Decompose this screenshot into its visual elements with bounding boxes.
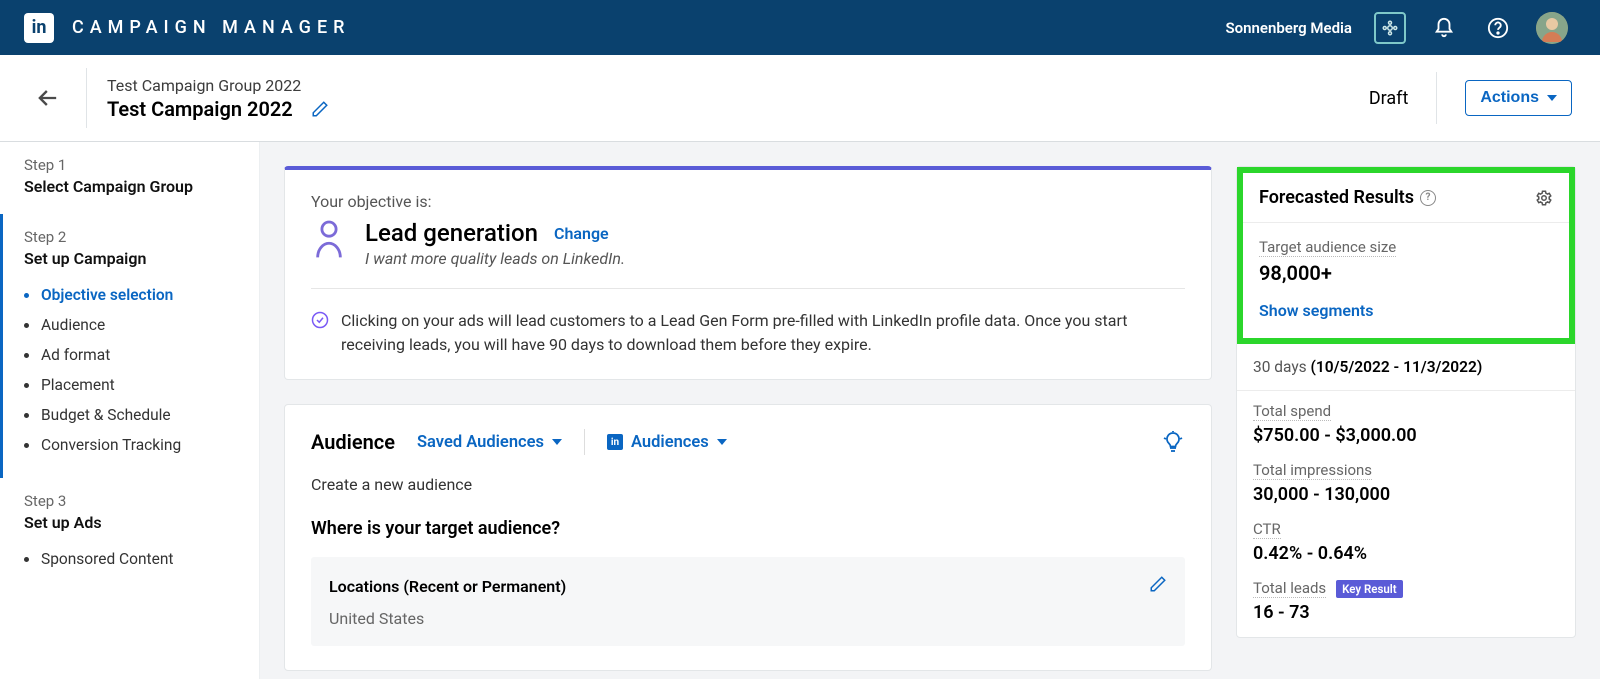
target-audience-label: Target audience size (1259, 238, 1396, 257)
substep-objective-selection[interactable]: Objective selection (24, 280, 235, 310)
step-1-number: Step 1 (24, 156, 235, 174)
objective-info-text: Clicking on your ads will lead customers… (341, 309, 1185, 357)
account-name[interactable]: Sonnenberg Media (1226, 19, 1352, 37)
locations-label: Locations (Recent or Permanent) (329, 577, 566, 596)
account-switcher-icon[interactable] (1374, 12, 1406, 44)
edit-locations-pencil-icon[interactable] (1149, 575, 1167, 597)
total-leads-value: 16 - 73 (1253, 602, 1559, 623)
lightbulb-tip-icon[interactable] (1161, 430, 1185, 454)
locations-value: United States (329, 609, 1167, 628)
substep-sponsored-content[interactable]: Sponsored Content (24, 544, 235, 574)
forecast-settings-gear-icon[interactable] (1535, 189, 1553, 207)
objective-intro: Your objective is: (311, 192, 1185, 211)
step-2-name: Set up Campaign (24, 249, 235, 268)
target-audience-value: 98,000+ (1259, 261, 1553, 285)
objective-description: I want more quality leads on LinkedIn. (365, 249, 625, 268)
total-impressions-value: 30,000 - 130,000 (1253, 484, 1559, 505)
person-icon (311, 219, 347, 259)
page-subheader: Test Campaign Group 2022 Test Campaign 2… (0, 55, 1600, 142)
key-result-badge: Key Result (1336, 580, 1403, 598)
campaign-name: Test Campaign 2022 (107, 97, 293, 121)
total-spend-value: $750.00 - $3,000.00 (1253, 425, 1559, 446)
substep-conversion-tracking[interactable]: Conversion Tracking (24, 430, 235, 460)
ctr-label: CTR (1253, 520, 1281, 539)
substep-budget-schedule[interactable]: Budget & Schedule (24, 400, 235, 430)
audience-title: Audience (311, 430, 395, 454)
campaign-status: Draft (1369, 88, 1409, 109)
total-leads-label: Total leads (1253, 579, 1326, 598)
chevron-down-icon (717, 439, 727, 445)
edit-name-pencil-icon[interactable] (309, 98, 331, 120)
show-segments-link[interactable]: Show segments (1243, 301, 1390, 324)
objective-value: Lead generation (365, 219, 538, 247)
total-spend-label: Total spend (1253, 402, 1331, 421)
step-1-block[interactable]: Step 1 Select Campaign Group (0, 142, 259, 214)
substep-placement[interactable]: Placement (24, 370, 235, 400)
ctr-value: 0.42% - 0.64% (1253, 543, 1559, 564)
create-audience-text: Create a new audience (311, 475, 1185, 494)
saved-audiences-dropdown[interactable]: Saved Audiences (417, 433, 562, 452)
forecast-highlight-box: Forecasted Results ? Target audience siz… (1237, 167, 1575, 344)
chevron-down-icon (1547, 95, 1557, 101)
step-2-number: Step 2 (24, 228, 235, 246)
chevron-down-icon (552, 439, 562, 445)
help-icon[interactable] (1482, 12, 1514, 44)
linkedin-logo-icon[interactable]: in (24, 13, 54, 43)
top-navbar: in CAMPAIGN MANAGER Sonnenberg Media (0, 0, 1600, 55)
audience-question: Where is your target audience? (311, 518, 1185, 539)
step-3-name: Set up Ads (24, 513, 235, 532)
forecast-help-icon[interactable]: ? (1420, 190, 1436, 206)
steps-sidebar: Step 1 Select Campaign Group Step 2 Set … (0, 142, 260, 679)
total-impressions-label: Total impressions (1253, 461, 1372, 480)
audience-card: Audience Saved Audiences in Audiences Cr… (284, 404, 1212, 671)
forecast-date-range: 30 days (10/5/2022 - 11/3/2022) (1237, 344, 1575, 391)
step-2-block: Step 2 Set up Campaign Objective selecti… (0, 214, 259, 478)
step-1-name: Select Campaign Group (24, 177, 235, 196)
change-objective-link[interactable]: Change (554, 224, 609, 243)
user-avatar[interactable] (1536, 12, 1568, 44)
campaign-group-name: Test Campaign Group 2022 (107, 76, 1369, 95)
substep-ad-format[interactable]: Ad format (24, 340, 235, 370)
objective-card: Your objective is: Lead generation Chang… (284, 166, 1212, 380)
app-title: CAMPAIGN MANAGER (72, 17, 350, 38)
checkmark-icon (311, 311, 329, 357)
step-3-number: Step 3 (24, 492, 235, 510)
forecasted-results-panel: Forecasted Results ? Target audience siz… (1236, 166, 1576, 638)
actions-dropdown-button[interactable]: Actions (1465, 80, 1572, 116)
forecast-title: Forecasted Results (1259, 187, 1414, 208)
locations-box: Locations (Recent or Permanent) United S… (311, 557, 1185, 646)
linkedin-small-icon: in (607, 434, 623, 450)
back-arrow-icon[interactable] (28, 78, 68, 118)
substep-audience[interactable]: Audience (24, 310, 235, 340)
step-3-block[interactable]: Step 3 Set up Ads Sponsored Content (0, 478, 259, 592)
audiences-dropdown[interactable]: in Audiences (607, 433, 727, 452)
actions-label: Actions (1480, 89, 1539, 107)
notifications-bell-icon[interactable] (1428, 12, 1460, 44)
